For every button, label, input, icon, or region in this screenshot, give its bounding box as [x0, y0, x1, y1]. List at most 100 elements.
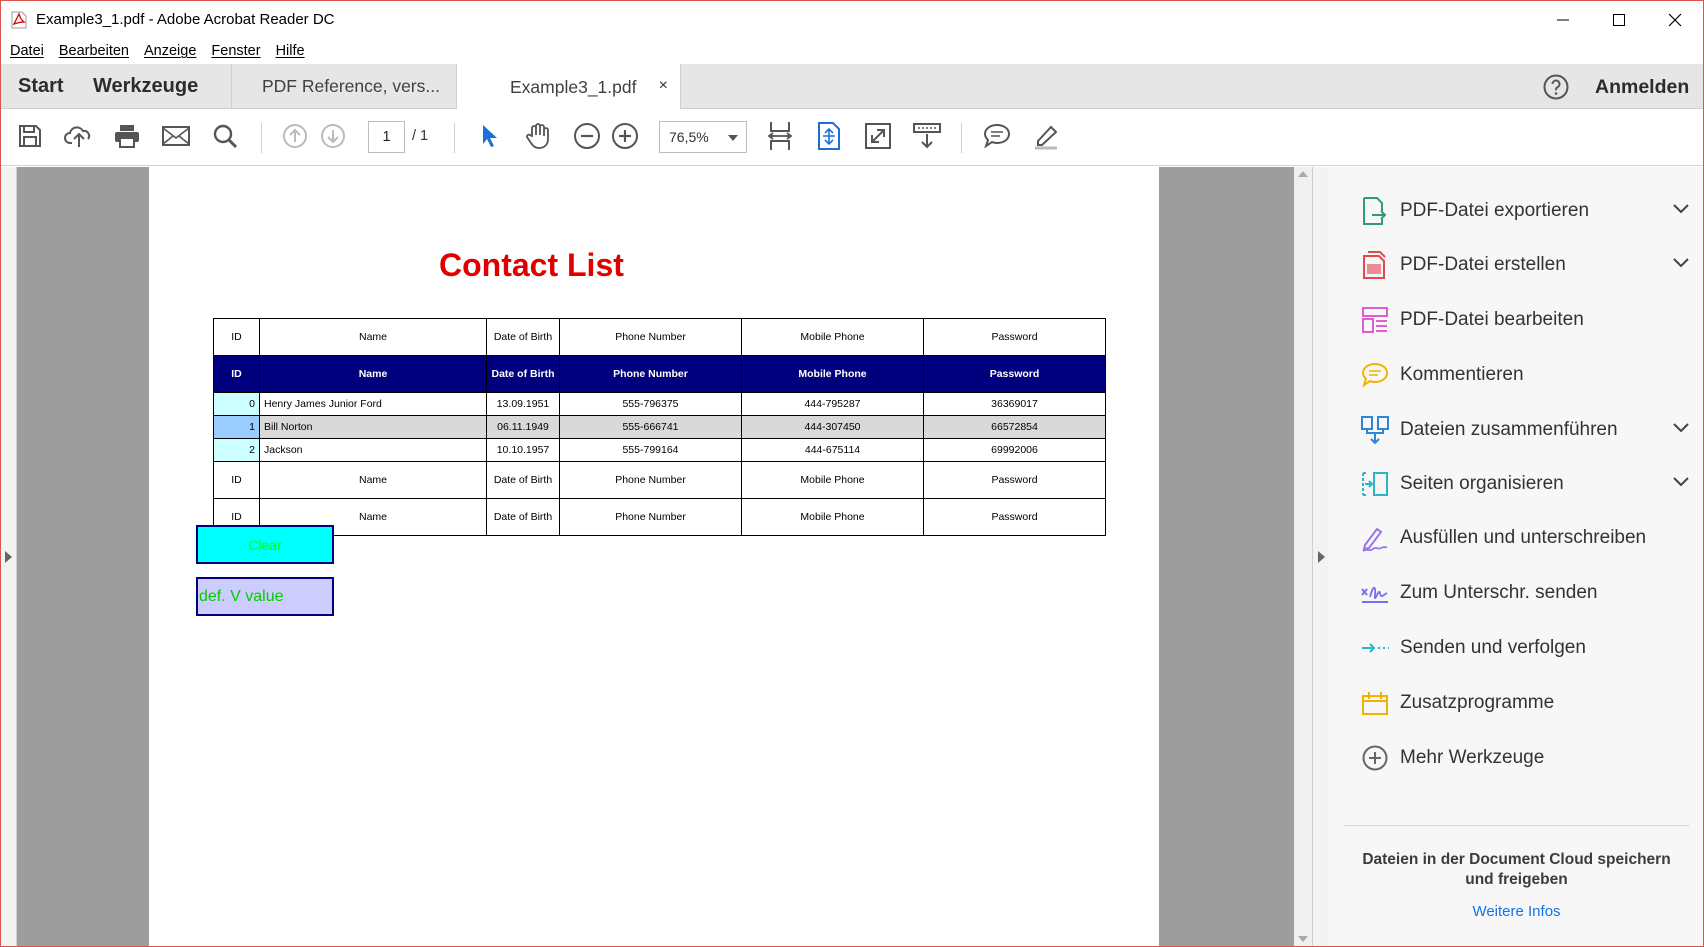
acrobat-pdf-icon — [11, 11, 27, 29]
tool-more-tools[interactable]: Mehr Werkzeuge — [1360, 738, 1690, 778]
more-info-link[interactable]: Weitere Infos — [1344, 903, 1689, 920]
cell-dob: 10.10.1957 — [486, 438, 560, 462]
tab-start[interactable]: Start — [18, 64, 64, 109]
zoom-in-button[interactable] — [610, 121, 640, 151]
fill-sign-icon — [1360, 523, 1390, 553]
header-cell: ID — [213, 355, 260, 393]
scroll-up-icon[interactable] — [1298, 171, 1308, 177]
tool-combine-files[interactable]: Dateien zusammenführen — [1360, 410, 1690, 450]
full-screen-button[interactable] — [863, 121, 893, 151]
table-header-row-highlighted: ID Name Date of Birth Phone Number Mobil… — [213, 355, 1106, 393]
tool-fill-sign[interactable]: Ausfüllen und unterschreiben — [1360, 518, 1690, 558]
header-cell: Date of Birth — [486, 355, 560, 393]
chevron-down-icon[interactable] — [1672, 202, 1690, 216]
cell-dob: 06.11.1949 — [486, 415, 560, 439]
vertical-scrollbar[interactable] — [1294, 167, 1312, 946]
comment-icon — [1360, 360, 1390, 390]
tool-label: PDF-Datei erstellen — [1400, 254, 1566, 275]
next-page-button[interactable] — [318, 121, 348, 151]
clear-form-button[interactable]: Clear — [196, 525, 334, 564]
scroll-down-icon[interactable] — [1298, 936, 1308, 942]
cell-password: 69992006 — [923, 438, 1106, 462]
cell-password: 66572854 — [923, 415, 1106, 439]
tool-send-for-signature[interactable]: Zum Unterschr. senden — [1360, 573, 1690, 613]
close-tab-icon[interactable]: × — [659, 77, 668, 95]
document-cloud-promo: Dateien in der Document Cloud speichern … — [1344, 850, 1689, 890]
hand-tool-button[interactable] — [523, 121, 553, 151]
email-icon — [162, 126, 190, 146]
menu-bar: Datei Bearbeiten Anzeige Fenster Hilfe — [1, 38, 1703, 64]
select-tool-button[interactable] — [475, 121, 505, 151]
export-pdf-icon — [1360, 196, 1390, 226]
footer-cell: Date of Birth — [486, 461, 560, 499]
contact-table: ID Name Date of Birth Phone Number Mobil… — [213, 318, 1106, 536]
print-button[interactable] — [112, 121, 142, 151]
cell-mobile: 444-795287 — [741, 392, 924, 416]
page-total: / 1 — [412, 128, 429, 144]
chevron-down-icon[interactable] — [1672, 421, 1690, 435]
previous-page-button[interactable] — [280, 121, 310, 151]
print-icon — [115, 125, 139, 148]
tool-export-pdf[interactable]: PDF-Datei exportieren — [1360, 191, 1690, 231]
zoom-in-icon — [612, 123, 638, 149]
tool-organize-pages[interactable]: Seiten organisieren — [1360, 464, 1690, 504]
menu-anzeige[interactable]: Anzeige — [144, 43, 196, 59]
tool-label: Zusatzprogramme — [1400, 692, 1555, 713]
zoom-out-button[interactable] — [572, 121, 602, 151]
tool-edit-pdf[interactable]: PDF-Datei bearbeiten — [1360, 300, 1690, 340]
addons-icon — [1360, 688, 1390, 718]
comment-button[interactable] — [982, 121, 1012, 151]
upload-cloud-button[interactable] — [64, 121, 94, 151]
read-mode-button[interactable] — [912, 121, 942, 151]
tab-tools[interactable]: Werkzeuge — [93, 64, 198, 109]
menu-fenster[interactable]: Fenster — [211, 43, 260, 59]
default-value-field[interactable]: def. V value — [196, 577, 334, 616]
tab-document-example3[interactable]: Example3_1.pdf × — [456, 64, 681, 110]
menu-hilfe[interactable]: Hilfe — [276, 43, 305, 59]
table-row: 2 Jackson 10.10.1957 555-799164 444-6751… — [213, 438, 1106, 462]
footer-cell: ID — [213, 461, 260, 499]
tool-label: Zum Unterschr. senden — [1400, 582, 1598, 603]
close-window-button[interactable] — [1647, 1, 1703, 38]
help-icon[interactable] — [1542, 73, 1570, 101]
footer-cell: Mobile Phone — [741, 461, 924, 499]
cell-mobile: 444-307450 — [741, 415, 924, 439]
save-icon — [19, 125, 41, 147]
fit-page-button[interactable] — [814, 121, 844, 151]
cell-password: 36369017 — [923, 392, 1106, 416]
cell-id: 1 — [213, 415, 260, 439]
zoom-level-select[interactable]: 76,5% — [659, 121, 747, 153]
search-button[interactable] — [210, 121, 240, 151]
document-viewer: Contact List ID Name Date of Birth Phone… — [1, 167, 1328, 946]
sign-in-button[interactable]: Anmelden — [1595, 76, 1689, 99]
menu-bearbeiten[interactable]: Bearbeiten — [59, 43, 129, 59]
right-panel-toggle[interactable] — [1312, 167, 1328, 946]
tool-label: PDF-Datei bearbeiten — [1400, 309, 1584, 330]
page-number-input[interactable]: 1 — [368, 121, 405, 153]
tool-addons[interactable]: Zusatzprogramme — [1360, 683, 1690, 723]
left-panel-toggle[interactable] — [1, 167, 17, 946]
header-cell: Phone Number — [559, 318, 742, 356]
table-footer-row: ID Name Date of Birth Phone Number Mobil… — [213, 461, 1106, 499]
tool-comment[interactable]: Kommentieren — [1360, 355, 1690, 395]
cell-phone: 555-799164 — [559, 438, 742, 462]
minimize-button[interactable] — [1535, 1, 1591, 38]
header-cell: Mobile Phone — [741, 318, 924, 356]
save-button[interactable] — [15, 121, 45, 151]
organize-pages-icon — [1360, 469, 1390, 499]
email-button[interactable] — [161, 121, 191, 151]
chevron-down-icon[interactable] — [1672, 256, 1690, 270]
highlight-button[interactable] — [1031, 121, 1061, 151]
tab-document-pdf-reference[interactable]: PDF Reference, vers... — [231, 64, 456, 109]
table-footer-row: ID Name Date of Birth Phone Number Mobil… — [213, 498, 1106, 536]
header-cell: ID — [213, 318, 260, 356]
maximize-button[interactable] — [1591, 1, 1647, 38]
toolbar-divider — [261, 123, 262, 153]
tool-create-pdf[interactable]: PDF-Datei erstellen — [1360, 245, 1690, 285]
scroll-mode-button[interactable] — [765, 121, 795, 151]
tool-send-track[interactable]: Senden und verfolgen — [1360, 628, 1690, 668]
cloud-upload-icon — [64, 126, 91, 147]
menu-datei[interactable]: Datei — [10, 43, 44, 59]
chevron-down-icon[interactable] — [1672, 475, 1690, 489]
tab-label: Example3_1.pdf — [510, 76, 637, 97]
